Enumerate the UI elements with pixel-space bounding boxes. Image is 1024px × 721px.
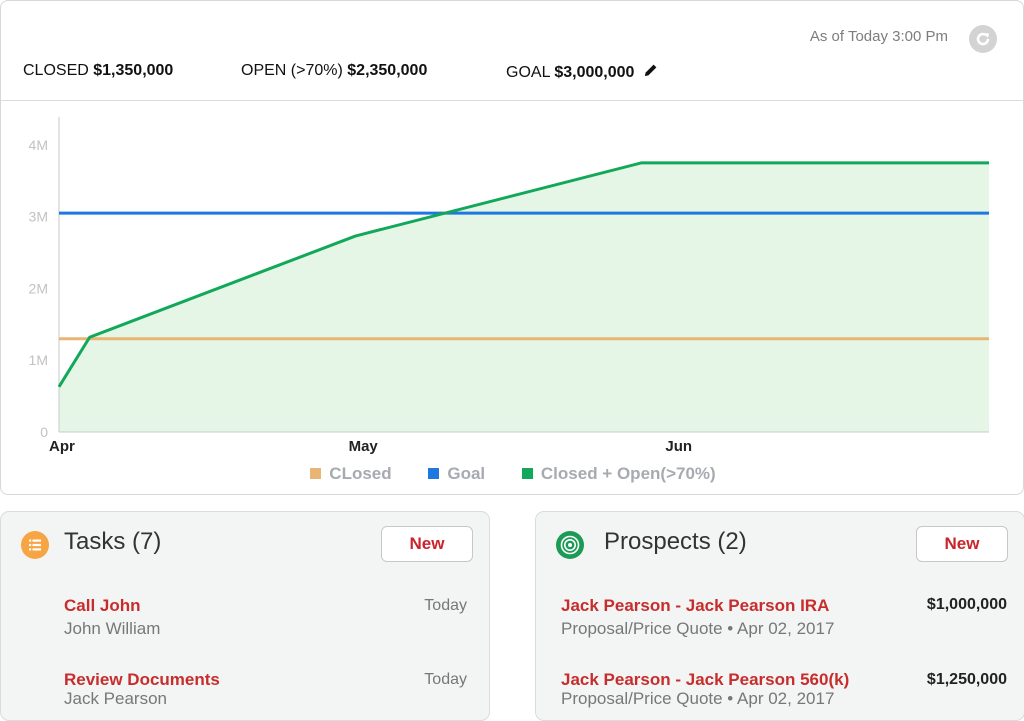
pencil-edit-icon[interactable]: [642, 62, 659, 84]
new-prospect-button[interactable]: New: [916, 526, 1008, 562]
list-icon: [21, 531, 49, 559]
x-tick-label: Apr: [49, 438, 75, 455]
task-date: Today: [424, 597, 467, 614]
prospect-stage-date: Proposal/Price Quote • Apr 02, 2017: [561, 689, 835, 708]
task-date: Today: [424, 671, 467, 688]
legend-item-closed-open[interactable]: Closed + Open(>70%): [521, 464, 716, 484]
y-tick-label: 4M: [29, 137, 48, 153]
closed-label: CLOSED: [23, 62, 89, 79]
tasks-title: Tasks (7): [64, 528, 162, 555]
open-metric: OPEN (>70%) $2,350,000: [241, 62, 427, 80]
as-of-timestamp: As of Today 3:00 Pm: [809, 28, 948, 45]
legend-label-closed: CLosed: [329, 464, 392, 483]
prospect-title[interactable]: Jack Pearson - Jack Pearson IRA: [561, 596, 829, 616]
task-contact: Jack Pearson: [64, 689, 167, 708]
y-tick-label: 0: [40, 424, 48, 440]
tasks-panel: Tasks (7) New Call John John William Tod…: [0, 511, 490, 721]
new-task-button[interactable]: New: [381, 526, 473, 562]
legend-swatch-closed: [310, 468, 322, 479]
open-value: $2,350,000: [347, 62, 428, 79]
y-tick-label: 2M: [29, 280, 48, 296]
x-tick-label: May: [349, 438, 379, 455]
goal-value: $3,000,000: [554, 64, 635, 81]
task-title[interactable]: Review Documents: [64, 670, 220, 690]
prospect-title[interactable]: Jack Pearson - Jack Pearson 560(k): [561, 670, 849, 690]
goal-label: GOAL: [506, 64, 550, 81]
chart-legend: CLosed Goal Closed + Open(>70%): [1, 464, 1023, 484]
legend-label-goal: Goal: [447, 464, 486, 483]
legend-swatch-closed-open: [521, 468, 533, 479]
legend-item-goal[interactable]: Goal: [428, 464, 485, 484]
summary-header: As of Today 3:00 Pm CLOSED $1,350,000 OP…: [1, 1, 1023, 101]
closed-value: $1,350,000: [93, 62, 174, 79]
closed-metric: CLOSED $1,350,000: [23, 62, 173, 80]
prospect-amount: $1,250,000: [926, 671, 1007, 688]
target-icon: [556, 531, 584, 559]
legend-swatch-goal: [428, 468, 440, 479]
task-contact: John William: [64, 619, 161, 638]
sales-summary-card: As of Today 3:00 Pm CLOSED $1,350,000 OP…: [0, 0, 1024, 495]
goal-metric: GOAL $3,000,000: [506, 62, 659, 84]
prospect-amount: $1,000,000: [926, 596, 1007, 613]
prospect-stage-date: Proposal/Price Quote • Apr 02, 2017: [561, 619, 835, 638]
x-tick-label: Jun: [665, 438, 692, 455]
refresh-button[interactable]: [969, 25, 997, 53]
closed-open-area: [59, 162, 989, 433]
prospects-panel: Prospects (2) New Jack Pearson - Jack Pe…: [535, 511, 1024, 721]
open-label: OPEN (>70%): [241, 62, 343, 79]
legend-item-closed[interactable]: CLosed: [310, 464, 392, 484]
task-title[interactable]: Call John: [64, 596, 141, 616]
sales-chart: 0 1M 2M 3M 4M Apr May Jun: [29, 117, 989, 455]
legend-label-closed-open: Closed + Open(>70%): [540, 464, 716, 483]
y-tick-label: 1M: [29, 352, 48, 368]
refresh-icon: [976, 32, 990, 46]
y-tick-label: 3M: [29, 209, 48, 225]
prospects-title: Prospects (2): [604, 528, 747, 555]
